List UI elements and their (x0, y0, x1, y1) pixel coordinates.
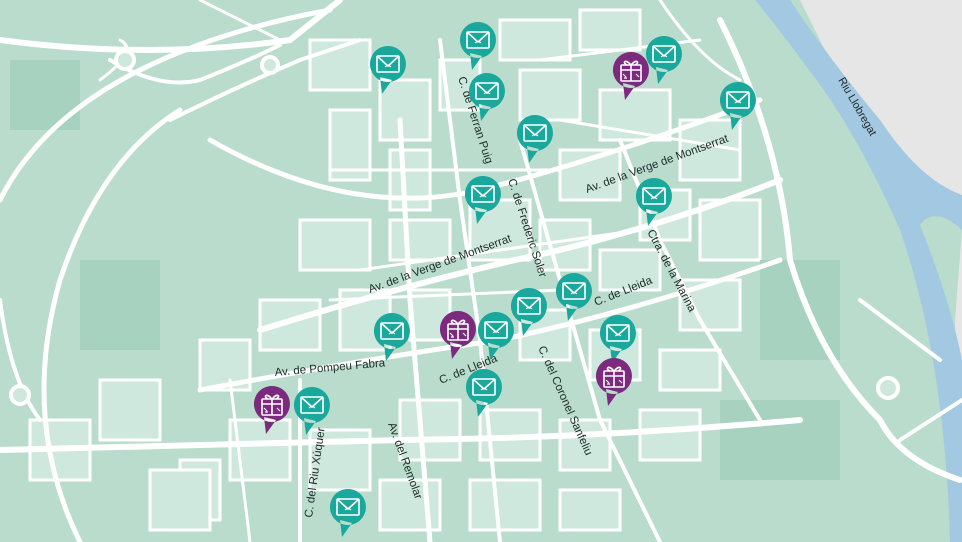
mail-marker[interactable] (372, 311, 412, 363)
mail-marker[interactable] (554, 271, 594, 323)
mail-marker[interactable] (458, 20, 498, 72)
mail-marker[interactable] (644, 34, 684, 86)
mail-marker[interactable] (368, 44, 408, 96)
gift-marker[interactable] (438, 309, 478, 361)
mail-marker[interactable] (328, 487, 368, 539)
street-label-pompeu-fabra: Av. de Pompeu Fabra (274, 357, 386, 379)
mail-marker[interactable] (634, 176, 674, 228)
mail-marker[interactable] (467, 71, 507, 123)
mail-marker[interactable] (718, 80, 758, 132)
mail-marker[interactable] (292, 385, 332, 437)
mail-marker[interactable] (476, 310, 516, 362)
mail-marker[interactable] (464, 367, 504, 419)
gift-marker[interactable] (252, 384, 292, 436)
city-map[interactable]: Riu Llobregat C. de Ferran Puig C. de Fr… (0, 0, 962, 542)
gift-marker[interactable] (594, 356, 634, 408)
mail-marker[interactable] (463, 174, 503, 226)
mail-marker[interactable] (515, 113, 555, 165)
